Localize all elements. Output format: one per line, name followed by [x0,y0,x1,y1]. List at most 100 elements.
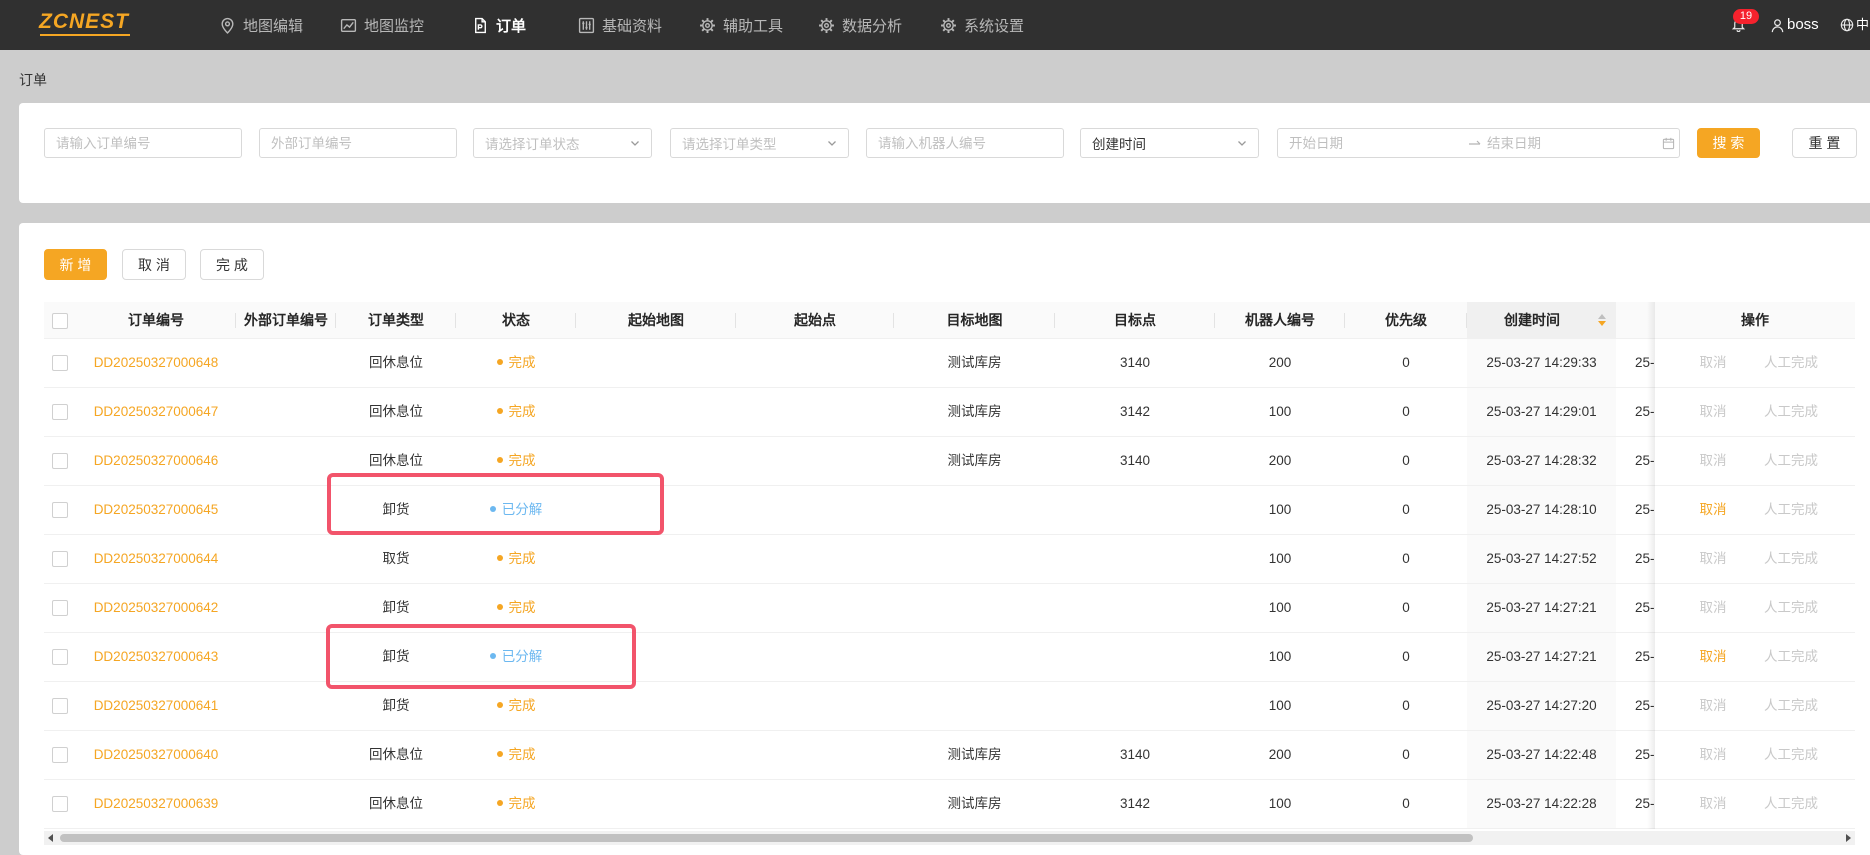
complete-button[interactable]: 完 成 [200,249,264,280]
status-text: 已分解 [501,649,543,664]
time-field-select[interactable]: 创建时间 [1080,128,1259,158]
row-checkbox[interactable] [52,649,68,665]
cancel-link[interactable]: 取消 [1695,584,1731,632]
order-no-link[interactable]: DD20250327000648 [94,355,219,370]
cancel-link[interactable]: 取消 [1695,437,1731,485]
add-button[interactable]: 新 增 [44,249,107,280]
order-no-link[interactable]: DD20250327000639 [94,796,219,811]
header-robot-no: 机器人编号 [1215,302,1345,339]
manual-complete-link[interactable]: 人工完成 [1759,388,1823,436]
start-map-cell [576,339,736,387]
cancel-link[interactable]: 取消 [1695,780,1731,828]
nav-item-map-monitor[interactable]: 地图监控 [340,0,424,50]
select-all-checkbox[interactable] [52,312,68,329]
cancel-link[interactable]: 取消 [1695,731,1731,779]
ops-cell: 取消 人工完成 [1655,682,1855,730]
target-map-cell: 测试库房 [894,388,1055,436]
table-row: DD20250327000640 回休息位 完成 测试库房 3140 200 0 25-03-… [44,731,1855,780]
next-col: 25- [1635,600,1655,615]
order-no-link[interactable]: DD20250327000645 [94,502,219,517]
order-no-link[interactable]: DD20250327000642 [94,600,219,615]
status-text: 已分解 [501,502,543,517]
external-order-no-field[interactable] [259,128,457,158]
cancel-link[interactable]: 取消 [1695,682,1731,730]
nav-item-system-settings[interactable]: 系统设置 [940,0,1024,50]
end-date-input[interactable] [1487,135,1647,151]
cancel-link[interactable]: 取消 [1695,535,1731,583]
manual-complete-link[interactable]: 人工完成 [1759,339,1823,387]
table-row: DD20250327000644 取货 完成 100 0 25-03-27 14:27:5… [44,535,1855,584]
next-col: 25- [1635,698,1655,713]
cancel-link[interactable]: 取消 [1695,388,1731,436]
language-switch[interactable]: 中 [1856,15,1869,35]
nav-item-data-analysis[interactable]: 数据分析 [818,0,902,50]
robot-no-cell: 200 [1215,731,1345,779]
order-no-link[interactable]: DD20250327000647 [94,404,219,419]
scroll-left-icon[interactable] [48,834,53,842]
nav-item-map-edit[interactable]: 地图编辑 [219,0,303,50]
order-no-link[interactable]: DD20250327000644 [94,551,219,566]
target-point: 3140 [1119,747,1151,762]
row-checkbox[interactable] [52,453,68,469]
robot-no-input[interactable] [878,135,1063,151]
order-no-link[interactable]: DD20250327000646 [94,453,219,468]
nav-item-orders[interactable]: 订单 [472,0,526,50]
nav-item-basic-data[interactable]: 基础资料 [578,0,662,50]
row-checkbox[interactable] [52,600,68,616]
order-no-link[interactable]: DD20250327000640 [94,747,219,762]
nav-item-label: 辅助工具 [723,17,784,35]
order-type-select[interactable]: 请选择订单类型 [670,128,849,158]
manual-complete-link[interactable]: 人工完成 [1759,633,1823,681]
scrollbar-thumb[interactable] [60,834,1473,842]
manual-complete-link[interactable]: 人工完成 [1759,486,1823,534]
robot-no-cell: 100 [1215,486,1345,534]
manual-complete-link[interactable]: 人工完成 [1759,682,1823,730]
order-no-input[interactable] [56,135,241,151]
type-cell: 卸货 [336,633,456,681]
start-map-cell [576,633,736,681]
order-no-field[interactable] [44,128,242,158]
user-name[interactable]: boss [1787,15,1819,35]
created-at: 25-03-27 14:27:52 [1486,551,1597,566]
header-priority: 优先级 [1345,302,1467,339]
manual-complete-link[interactable]: 人工完成 [1759,437,1823,485]
row-checkbox[interactable] [52,747,68,763]
start-date-input[interactable] [1289,135,1459,151]
status-text: 完成 [508,404,536,419]
row-checkbox[interactable] [52,502,68,518]
chart-monitor-icon [340,18,357,32]
cancel-link[interactable]: 取消 [1695,486,1731,534]
manual-complete-link[interactable]: 人工完成 [1759,780,1823,828]
nav-item-aux-tools[interactable]: 辅助工具 [699,0,783,50]
cancel-button[interactable]: 取 消 [122,249,186,280]
target-map-cell [894,486,1055,534]
row-checkbox[interactable] [52,796,68,812]
header-created-at[interactable]: 创建时间 [1467,302,1616,339]
brand-logo[interactable]: ZCNEST [39,10,129,36]
scroll-right-icon[interactable] [1846,834,1851,842]
date-range-picker[interactable] [1277,128,1680,158]
type: 卸货 [382,600,410,615]
order-status-select[interactable]: 请选择订单状态 [473,128,652,158]
order-no-link[interactable]: DD20250327000643 [94,649,219,664]
row-checkbox[interactable] [52,698,68,714]
breadcrumb: 订单 [19,72,47,88]
cancel-link[interactable]: 取消 [1695,339,1731,387]
row-checkbox[interactable] [52,551,68,567]
cancel-link[interactable]: 取消 [1695,633,1731,681]
priority: 0 [1402,698,1410,713]
horizontal-scrollbar[interactable] [44,831,1855,845]
manual-complete-link[interactable]: 人工完成 [1759,535,1823,583]
row-checkbox[interactable] [52,404,68,420]
external-order-no-input[interactable] [271,135,456,151]
search-button[interactable]: 搜 索 [1697,128,1760,158]
globe-icon[interactable] [1840,18,1854,32]
row-checkbox[interactable] [52,355,68,371]
manual-complete-link[interactable]: 人工完成 [1759,584,1823,632]
robot-no-field[interactable] [866,128,1064,158]
sort-icon[interactable] [1598,314,1606,328]
order-no-link[interactable]: DD20250327000641 [94,698,219,713]
reset-button[interactable]: 重 置 [1792,128,1857,158]
cb-cell [44,633,76,681]
manual-complete-link[interactable]: 人工完成 [1759,731,1823,779]
